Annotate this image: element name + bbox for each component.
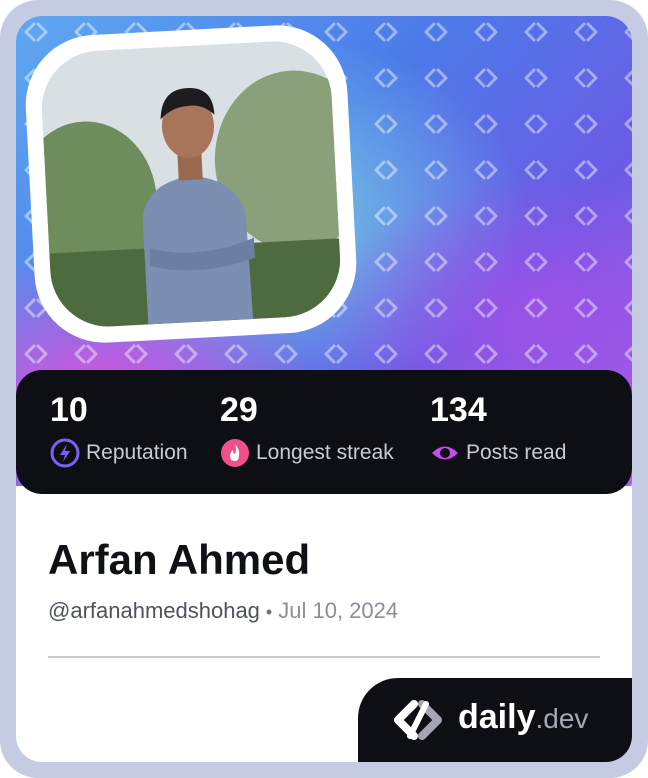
profile-card: 10 Reputation 29 Longest streak 134 Post… bbox=[16, 16, 632, 762]
reputation-value: 10 bbox=[50, 391, 88, 429]
brand-suffix: .dev bbox=[535, 703, 589, 734]
flame-icon bbox=[221, 439, 249, 467]
stats-panel: 10 Reputation 29 Longest streak 134 Post… bbox=[16, 370, 632, 494]
eye-icon bbox=[432, 446, 458, 460]
stat-reputation: 10 Reputation bbox=[50, 390, 188, 468]
meta-separator: • bbox=[265, 602, 273, 622]
daily-dev-logo-icon bbox=[394, 700, 442, 740]
stat-longest-streak: 29 Longest streak bbox=[220, 390, 394, 468]
stat-posts-read: 134 Posts read bbox=[430, 390, 566, 468]
reputation-label: Reputation bbox=[86, 441, 188, 464]
longest-streak-value: 29 bbox=[220, 391, 258, 429]
longest-streak-label: Longest streak bbox=[256, 441, 394, 464]
profile-handle: @arfanahmedshohag bbox=[48, 598, 260, 623]
avatar bbox=[38, 38, 344, 330]
daily-dev-brand: daily.dev bbox=[358, 678, 632, 762]
posts-read-value: 134 bbox=[430, 391, 487, 429]
brand-main: daily bbox=[458, 698, 536, 736]
avatar-photo bbox=[38, 38, 344, 330]
brand-wordmark: daily.dev bbox=[458, 698, 588, 737]
profile-name: Arfan Ahmed bbox=[48, 536, 311, 583]
divider bbox=[48, 656, 600, 658]
posts-read-label: Posts read bbox=[466, 441, 567, 464]
profile-meta: @arfanahmedshohag • Jul 10, 2024 bbox=[48, 598, 398, 624]
lightning-icon bbox=[50, 438, 80, 468]
joined-date: Jul 10, 2024 bbox=[278, 598, 399, 623]
